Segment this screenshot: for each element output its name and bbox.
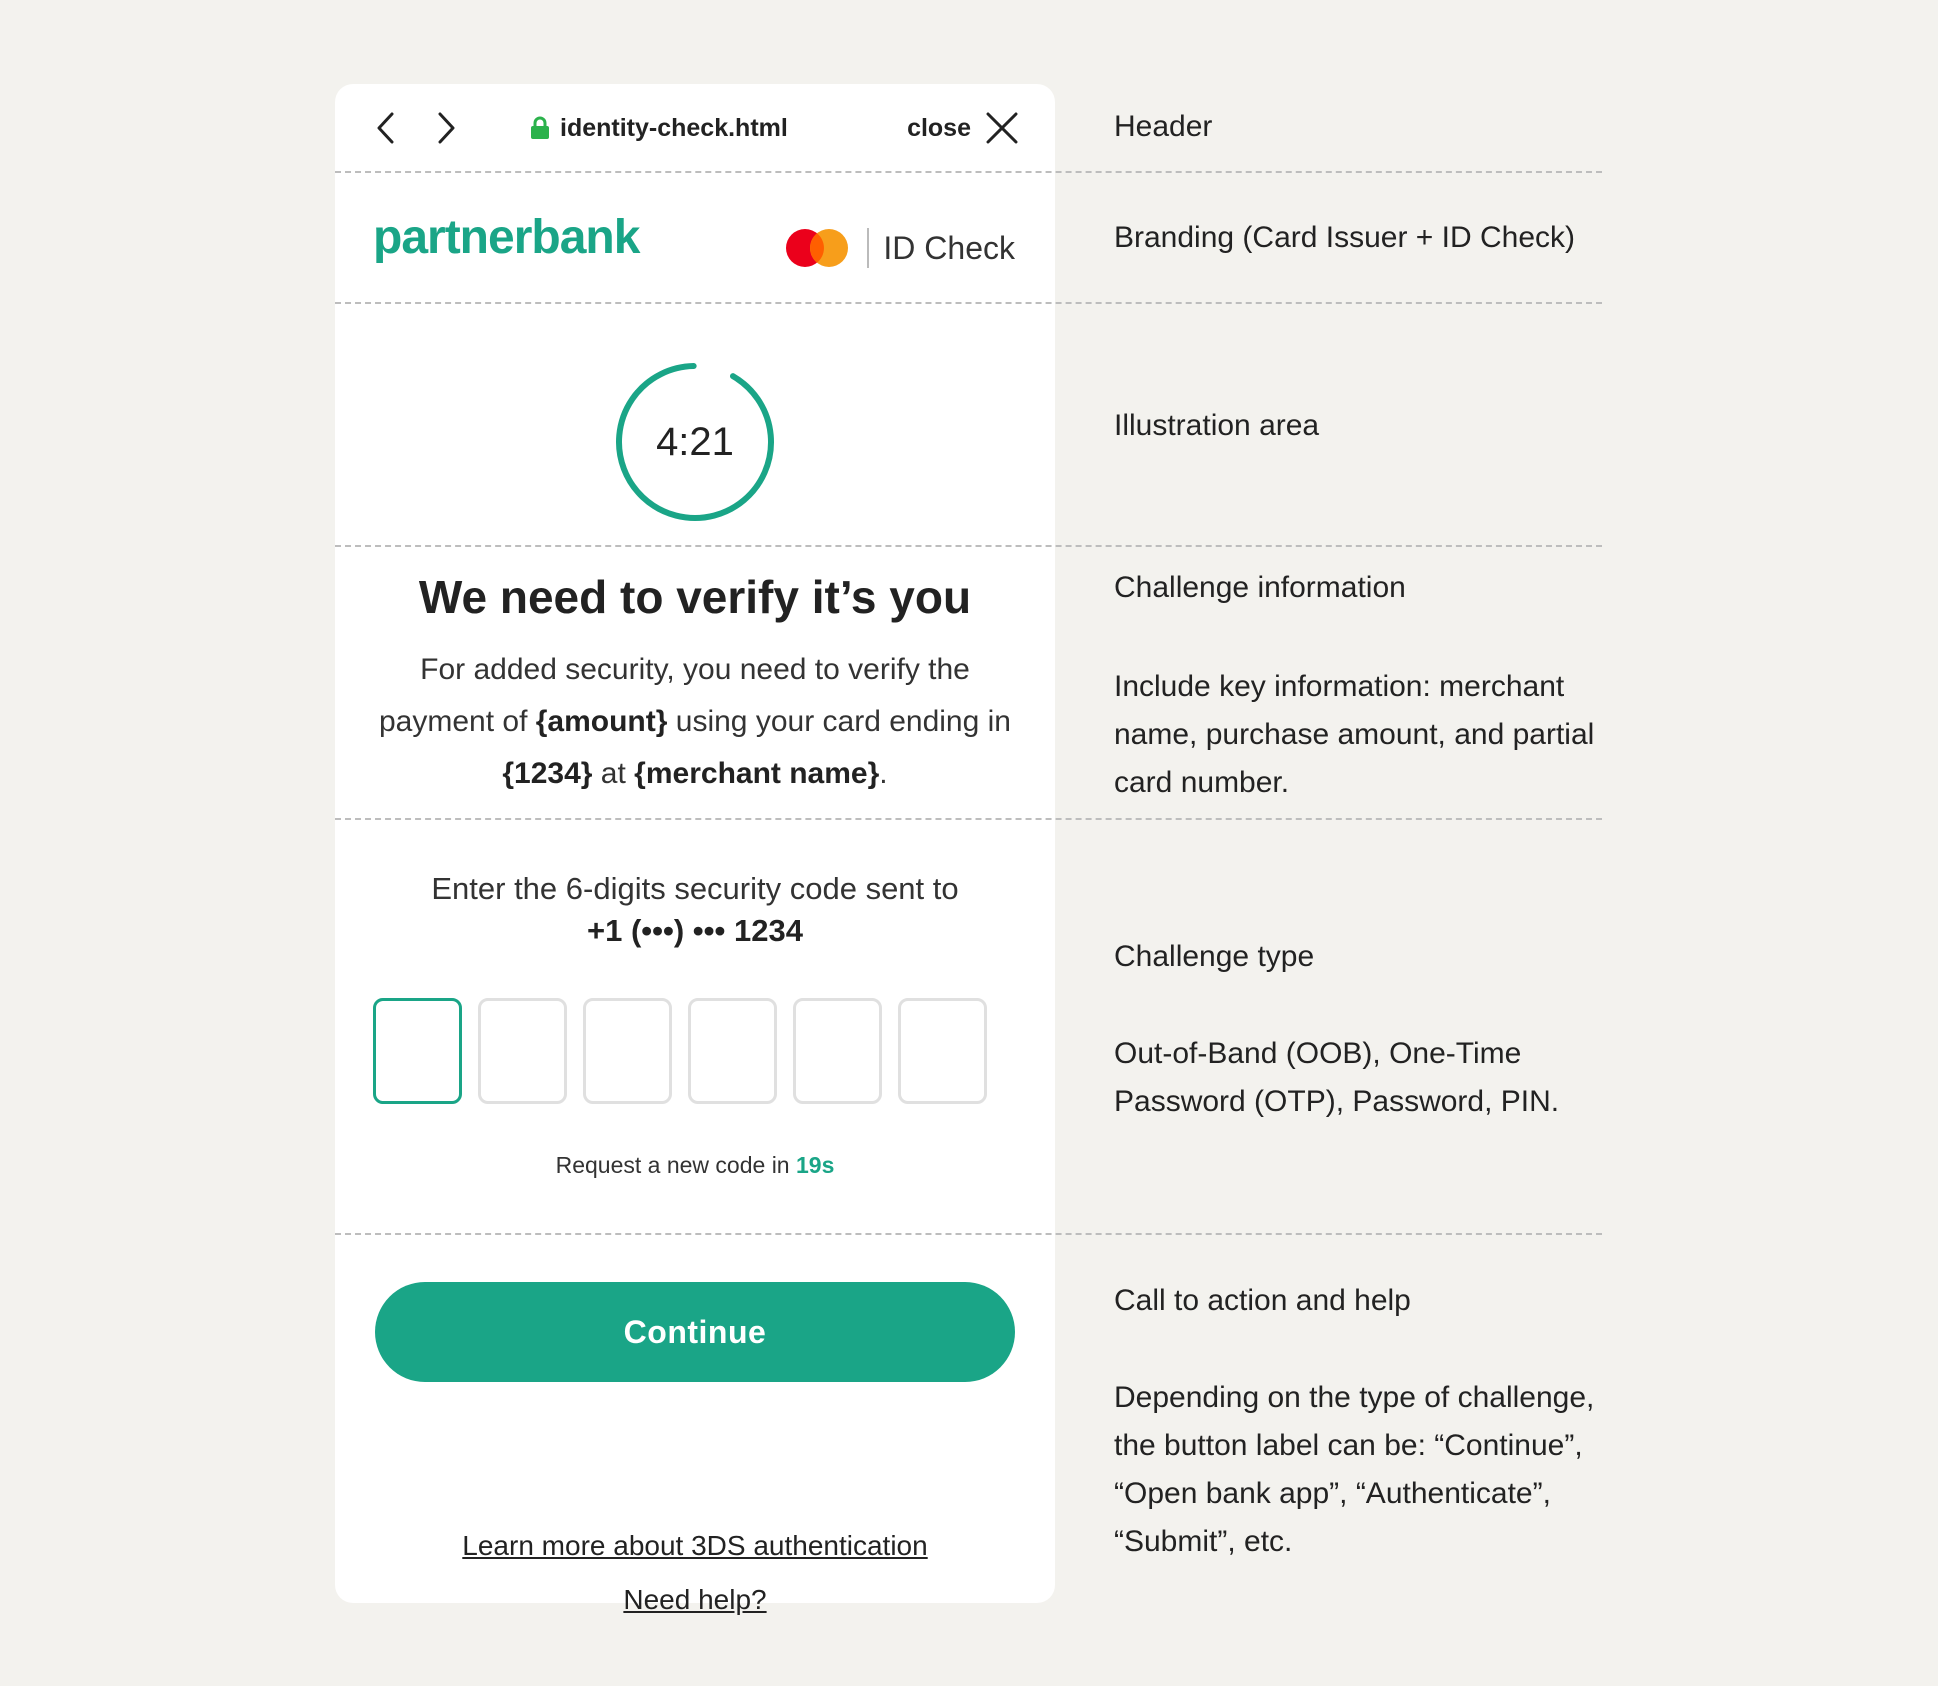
section-divider	[335, 545, 1602, 547]
resend-code-timer: Request a new code in 19s	[335, 1152, 1055, 1179]
masked-phone-number: +1 (•••) ••• 1234	[587, 913, 803, 948]
need-help-link[interactable]: Need help?	[335, 1584, 1055, 1616]
close-button[interactable]: close	[907, 110, 1019, 146]
otp-instruction-text: Enter the 6-digits security code sent to	[431, 871, 959, 906]
otp-digit-2[interactable]	[478, 998, 567, 1104]
challenge-description: For added security, you need to verify t…	[365, 644, 1025, 800]
id-check-branding: ID Check	[785, 220, 1015, 276]
merchant-placeholder: {merchant name}	[634, 757, 880, 790]
desc-text-2: using your card ending in	[667, 705, 1011, 738]
brand-separator	[867, 228, 870, 268]
challenge-window: identity-check.html close partnerbank ID…	[335, 84, 1055, 1615]
annotation-challenge-type-title: Challenge type	[1114, 940, 1315, 973]
otp-digit-4[interactable]	[688, 998, 777, 1104]
annotation-challenge-info-body: Include key information: merchant name, …	[1114, 670, 1595, 799]
learn-more-link[interactable]: Learn more about 3DS authentication	[335, 1530, 1055, 1562]
annotation-illustration: Illustration area	[1114, 409, 1320, 442]
desc-text-4: .	[879, 757, 888, 790]
otp-digit-5[interactable]	[793, 998, 882, 1104]
otp-digit-3[interactable]	[583, 998, 672, 1104]
timer-text: 4:21	[656, 419, 734, 464]
issuer-logo: partnerbank	[373, 211, 640, 264]
countdown-timer: 4:21	[615, 362, 775, 522]
close-icon	[986, 112, 1018, 144]
amount-placeholder: {amount}	[535, 705, 668, 738]
forward-arrow-icon[interactable]	[427, 110, 463, 146]
otp-instruction: Enter the 6-digits security code sent to…	[335, 868, 1055, 952]
url-text: identity-check.html	[560, 113, 788, 142]
resend-seconds: 19s	[796, 1152, 835, 1178]
annotation-challenge-type-body: Out-of-Band (OOB), One-Time Password (OT…	[1114, 1037, 1560, 1118]
section-divider	[335, 171, 1602, 173]
back-arrow-icon[interactable]	[369, 110, 405, 146]
otp-digit-1[interactable]	[373, 998, 462, 1104]
card-number-placeholder: {1234}	[502, 757, 593, 790]
otp-input-group	[373, 998, 987, 1104]
annotation-challenge-info-title: Challenge information	[1114, 571, 1406, 604]
resend-text: Request a new code in	[555, 1152, 796, 1178]
mastercard-icon	[786, 229, 849, 267]
section-divider	[335, 818, 1602, 820]
id-check-label: ID Check	[883, 229, 1015, 266]
continue-button[interactable]: Continue	[375, 1282, 1015, 1382]
otp-digit-6[interactable]	[898, 998, 987, 1104]
section-divider	[335, 302, 1602, 304]
section-divider	[335, 1233, 1602, 1235]
annotation-cta-title: Call to action and help	[1114, 1284, 1411, 1317]
desc-text-3: at	[592, 757, 635, 790]
annotation-header: Header	[1114, 110, 1213, 143]
page-title: We need to verify it’s you	[418, 571, 972, 623]
lock-icon	[531, 116, 549, 139]
address-bar: identity-check.html	[530, 110, 788, 146]
annotation-branding: Branding (Card Issuer + ID Check)	[1114, 221, 1576, 254]
annotation-cta-body: Depending on the type of challenge, the …	[1114, 1381, 1595, 1558]
close-label: close	[907, 113, 971, 142]
